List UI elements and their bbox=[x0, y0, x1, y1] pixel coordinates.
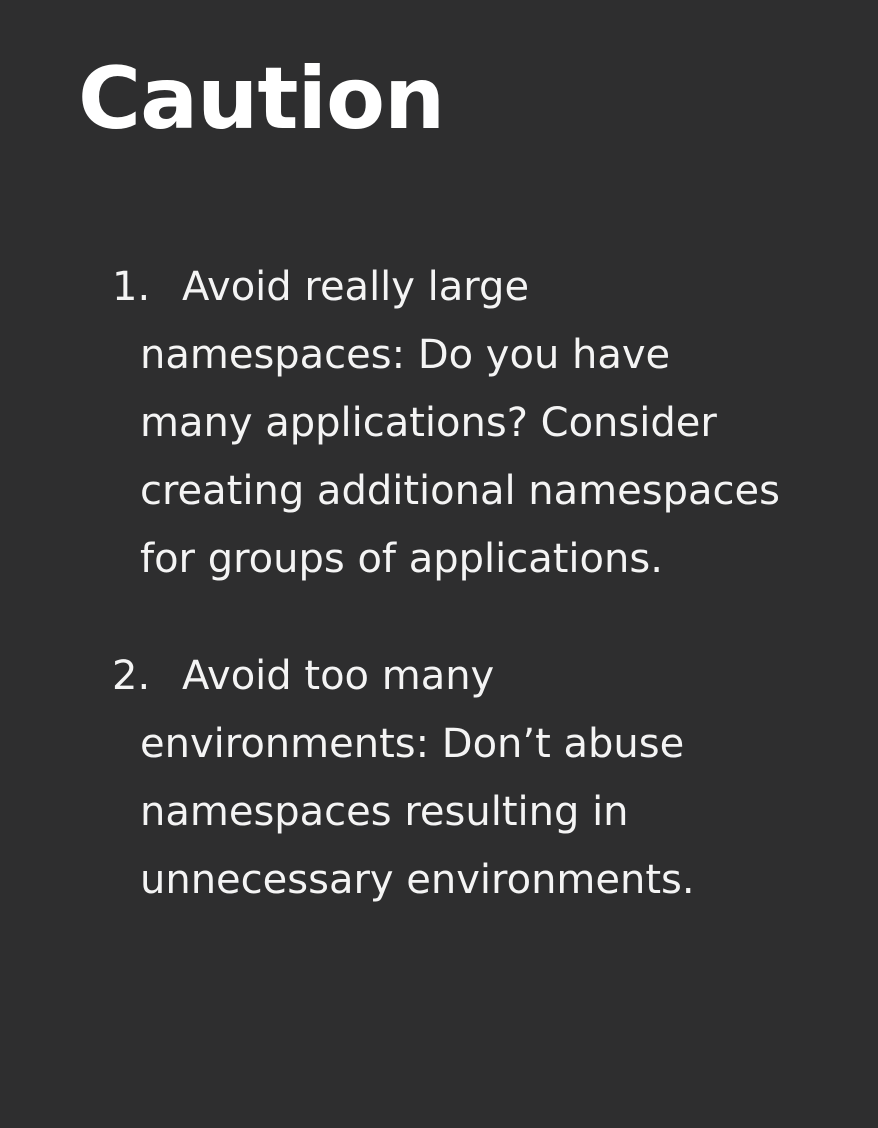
slide-title: Caution bbox=[78, 49, 445, 149]
list-item-first-line: 2. Avoid too many bbox=[112, 642, 872, 710]
list-item-first-line: 1. Avoid really large bbox=[112, 253, 872, 321]
list-item-text: unnecessary environments. bbox=[140, 857, 695, 903]
list-item-text: namespaces resulting in bbox=[140, 789, 629, 835]
list-item: 2. Avoid too many environments: Don’t abu… bbox=[112, 642, 872, 914]
list-item-text: Avoid too many bbox=[182, 653, 495, 699]
list-item-text: namespaces: Do you have bbox=[140, 332, 671, 378]
list-item-number: 1. bbox=[112, 264, 151, 310]
list-item-text: environments: Don’t abuse bbox=[140, 721, 685, 767]
list-item: 1. Avoid really large namespaces: Do you … bbox=[112, 253, 872, 593]
list-item-text: creating additional namespaces bbox=[140, 468, 780, 514]
list-item-number: 2. bbox=[112, 653, 151, 699]
list-item-text: for groups of applications. bbox=[140, 536, 663, 582]
list-item-text: many applications? Consider bbox=[140, 400, 717, 446]
slide: Caution 1. Avoid really large namespaces:… bbox=[0, 0, 878, 1128]
list-item-text: Avoid really large bbox=[182, 264, 530, 310]
